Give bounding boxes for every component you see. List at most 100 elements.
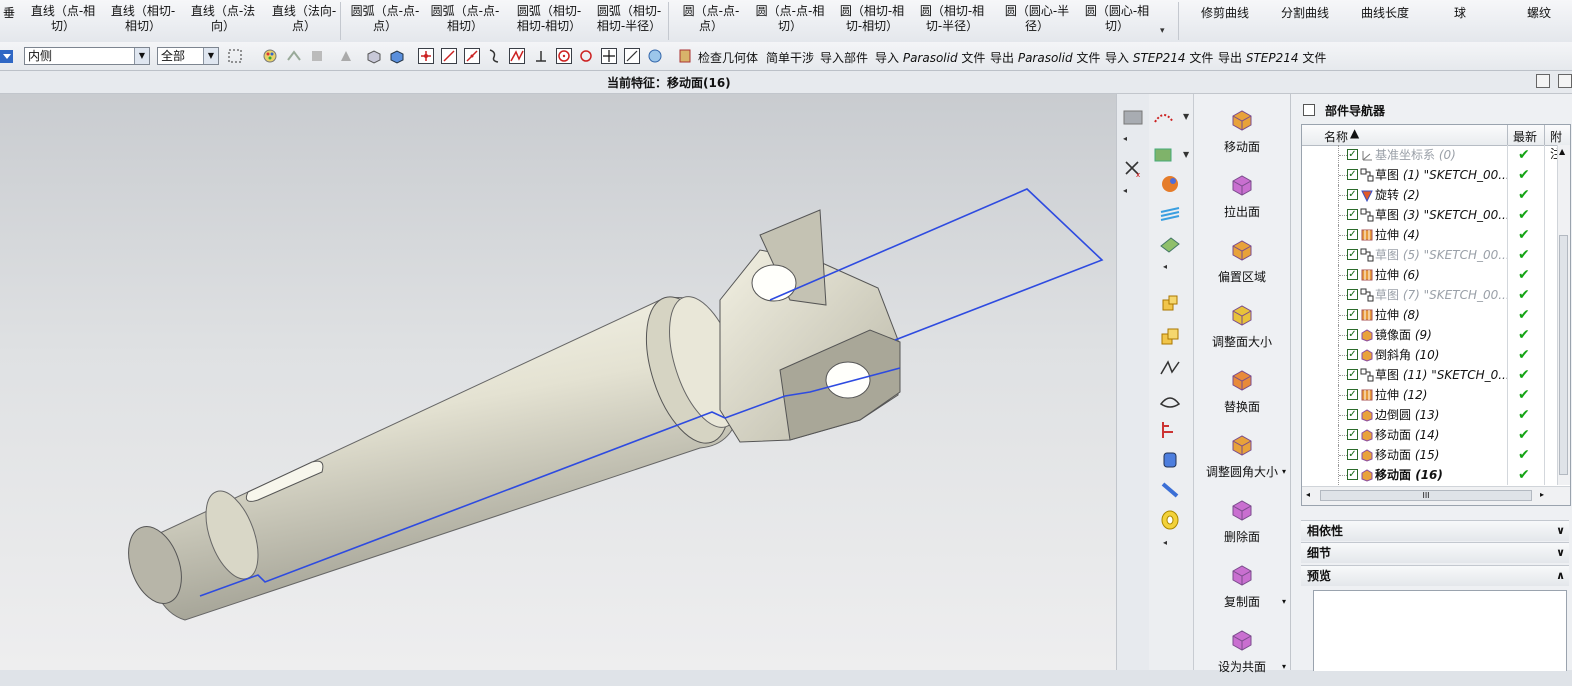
center-snap-icon[interactable] xyxy=(556,48,572,64)
feature-row[interactable]: ✓ 移动面 (14) ✔ xyxy=(1302,425,1558,445)
feature-row[interactable]: ✓ 拉伸 (8) ✔ xyxy=(1302,305,1558,325)
coil-icon[interactable] xyxy=(1159,510,1181,530)
chevron-down-icon[interactable]: ▾ xyxy=(1160,26,1165,36)
feature-row[interactable]: ✓ 拉伸 (4) ✔ xyxy=(1302,225,1558,245)
check-geometry-command[interactable]: 检查几何体 xyxy=(698,49,758,66)
feature-row[interactable]: ✓ 边倒圆 (13) ✔ xyxy=(1302,405,1558,425)
import-parasolid-command[interactable]: 导入 Parasolid 文件 xyxy=(875,49,985,66)
color-palette-icon[interactable] xyxy=(262,48,278,64)
stripes-icon[interactable] xyxy=(1159,204,1181,224)
rectangle-select-icon[interactable] xyxy=(228,48,244,64)
ribbon-item[interactable]: 球 xyxy=(1450,6,1470,40)
crosshair-snap-icon[interactable] xyxy=(601,48,617,64)
feature-row[interactable]: ✓ 草图 (7) "SKETCH_00... ✔ xyxy=(1302,285,1558,305)
feature-row[interactable]: ✓ 拉伸 (6) ✔ xyxy=(1302,265,1558,285)
visibility-checkbox[interactable]: ✓ xyxy=(1347,209,1358,220)
quadrant-snap-icon[interactable] xyxy=(578,48,594,64)
snap-point-icon[interactable] xyxy=(338,48,354,64)
folder-icon[interactable] xyxy=(1122,106,1144,126)
visibility-checkbox[interactable]: ✓ xyxy=(1347,269,1358,280)
toolbar-left-arrow[interactable] xyxy=(0,48,14,64)
import-step214-command[interactable]: 导入 STEP214 文件 xyxy=(1105,49,1213,66)
chevron-down-icon[interactable]: ◂ xyxy=(1163,538,1167,547)
ribbon-item[interactable]: 圆弧（相切- 相切-相切） xyxy=(510,4,588,38)
feature-row[interactable]: ✓ 草图 (5) "SKETCH_00... ✔ xyxy=(1302,245,1558,265)
visibility-checkbox[interactable]: ✓ xyxy=(1347,189,1358,200)
shaft-model[interactable] xyxy=(0,94,1116,670)
measure-icon[interactable] xyxy=(1159,420,1181,440)
export-parasolid-command[interactable]: 导出 Parasolid 文件 xyxy=(990,49,1100,66)
ribbon-item[interactable]: 直线（点-法 向） xyxy=(188,4,258,38)
visibility-checkbox[interactable]: ✓ xyxy=(1347,309,1358,320)
sync-button[interactable]: 复制面 ▾ xyxy=(1194,557,1290,621)
feature-row[interactable]: ✓ 镜像面 (9) ✔ xyxy=(1302,325,1558,345)
column-latest-header[interactable]: 最新 xyxy=(1513,128,1537,145)
scroll-right-icon[interactable]: ▸ xyxy=(1540,490,1544,499)
chevron-down-icon[interactable]: ▾ xyxy=(1282,597,1286,606)
chevron-down-icon[interactable]: ▼ xyxy=(1183,150,1189,159)
filter-icon[interactable] xyxy=(309,48,325,64)
ribbon-item[interactable]: 修剪曲线 xyxy=(1192,6,1258,40)
details-section[interactable]: 细节 ∨ xyxy=(1301,542,1569,563)
ribbon-item[interactable]: 圆（圆心-半 径） xyxy=(1002,4,1072,38)
intersection-snap-icon[interactable] xyxy=(509,48,525,64)
chevron-down-icon[interactable]: ◂ xyxy=(1123,134,1127,143)
graphics-viewport[interactable] xyxy=(0,94,1116,670)
chevron-down-icon[interactable]: ◂ xyxy=(1123,186,1127,195)
tree-horizontal-scroll-thumb[interactable]: III xyxy=(1320,490,1532,501)
ribbon-item[interactable]: 直线（点-相 切） xyxy=(28,4,98,38)
sync-button[interactable]: 替换面 xyxy=(1194,362,1290,426)
feature-row[interactable]: ✓ 草图 (3) "SKETCH_00... ✔ xyxy=(1302,205,1558,225)
visibility-checkbox[interactable]: ✓ xyxy=(1347,429,1358,440)
ribbon-item[interactable]: 圆（圆心-相 切） xyxy=(1082,4,1152,38)
mesh-icon[interactable] xyxy=(1159,234,1181,254)
close-view-icon[interactable]: x xyxy=(1122,158,1144,179)
perpendicular-snap-icon[interactable] xyxy=(533,48,549,64)
chevron-down-icon[interactable]: ◂ xyxy=(1163,262,1167,271)
ribbon-item[interactable]: 圆（相切-相 切-相切） xyxy=(836,4,908,38)
navigator-window-icon[interactable] xyxy=(1303,104,1315,116)
visibility-checkbox[interactable]: ✓ xyxy=(1347,409,1358,420)
sync-button[interactable]: 调整面大小 xyxy=(1194,297,1290,361)
feature-row[interactable]: ✓ 旋转 (2) ✔ xyxy=(1302,185,1558,205)
visibility-checkbox[interactable]: ✓ xyxy=(1347,249,1358,260)
export-step214-command[interactable]: 导出 STEP214 文件 xyxy=(1218,49,1326,66)
ribbon-item[interactable]: 垂 xyxy=(0,6,18,40)
feature-row[interactable]: ✓ 移动面 (16) ✔ xyxy=(1302,465,1558,485)
tree-horizontal-scrollbar[interactable]: ◂ III ▸ xyxy=(1302,486,1570,505)
sketch-curve-icon[interactable] xyxy=(1159,358,1181,378)
sync-button[interactable]: 删除面 xyxy=(1194,492,1290,556)
feature-row[interactable]: ✓ 移动面 (15) ✔ xyxy=(1302,445,1558,465)
feature-row[interactable]: ✓ 倒斜角 (10) ✔ xyxy=(1302,345,1558,365)
preview-section[interactable]: 预览 ∧ xyxy=(1301,565,1569,586)
sync-button[interactable]: 调整圆角大小 ▾ xyxy=(1194,427,1290,491)
shading-icon[interactable] xyxy=(1153,144,1175,164)
curve-snap-icon[interactable] xyxy=(486,48,502,64)
ribbon-item[interactable]: 圆（相切-相 切-半径） xyxy=(916,4,988,38)
feature-row[interactable]: ✓ 草图 (11) "SKETCH_0... ✔ xyxy=(1302,365,1558,385)
visibility-checkbox[interactable]: ✓ xyxy=(1347,229,1358,240)
dependencies-section[interactable]: 相依性 ∨ xyxy=(1301,520,1569,541)
visibility-checkbox[interactable]: ✓ xyxy=(1347,289,1358,300)
ribbon-item[interactable]: 螺纹 xyxy=(1522,6,1556,40)
line-snap-icon[interactable] xyxy=(441,48,457,64)
sync-button[interactable]: 设为共面 ▾ xyxy=(1194,622,1290,686)
feature-row[interactable]: ✓ 基准坐标系 (0) ✔ xyxy=(1302,145,1558,165)
ribbon-item[interactable]: 直线（相切- 相切） xyxy=(108,4,178,38)
sync-button[interactable]: 偏置区域 xyxy=(1194,232,1290,296)
face-snap-icon[interactable] xyxy=(647,48,663,64)
chevron-down-icon[interactable]: ▼ xyxy=(1183,112,1189,121)
solid-body-icon[interactable] xyxy=(366,48,382,64)
visibility-checkbox[interactable]: ✓ xyxy=(1347,329,1358,340)
sync-button[interactable]: 移动面 xyxy=(1194,102,1290,166)
visibility-checkbox[interactable]: ✓ xyxy=(1347,149,1358,160)
spring-icon[interactable] xyxy=(1159,480,1181,500)
visibility-checkbox[interactable]: ✓ xyxy=(1347,449,1358,460)
type-filter-select[interactable]: 内侧 ▼ xyxy=(24,47,150,65)
end-point-snap-icon[interactable] xyxy=(418,48,434,64)
feature-row[interactable]: ✓ 草图 (1) "SKETCH_00... ✔ xyxy=(1302,165,1558,185)
ribbon-item[interactable]: 圆（点-点-相 切） xyxy=(755,4,825,38)
visibility-checkbox[interactable]: ✓ xyxy=(1347,169,1358,180)
tree-vertical-scroll-thumb[interactable] xyxy=(1559,235,1568,475)
scroll-left-icon[interactable]: ◂ xyxy=(1306,490,1310,499)
